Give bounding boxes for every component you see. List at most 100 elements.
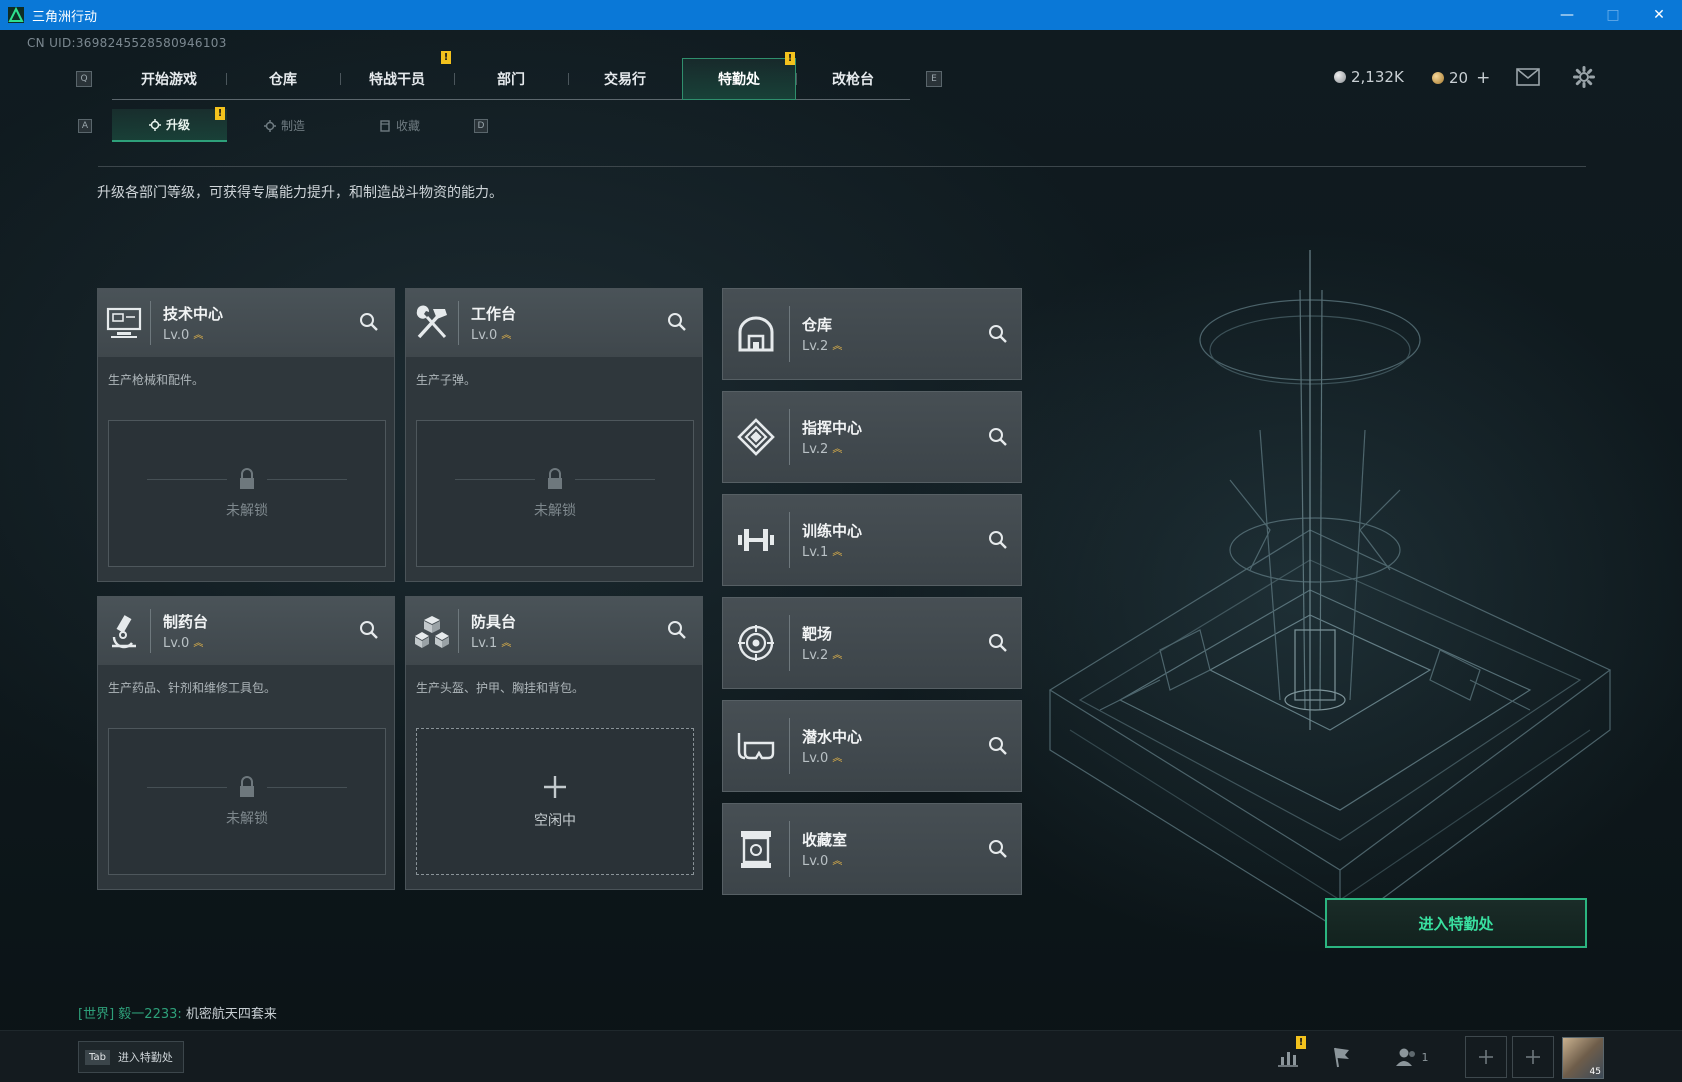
card-separator [789,821,790,877]
stats-icon[interactable]: ! [1272,1036,1306,1073]
upgrade-arrow-icon: ︽ [832,855,842,867]
notification-badge: ! [1296,1036,1306,1049]
warehouse-icon [723,288,789,380]
facility-warehouse[interactable]: 仓库 Lv.2 ︽ [722,288,1022,380]
gold-coin-icon [1432,72,1444,84]
facility-level: Lv.2 ︽ [802,339,842,354]
subtab-craft[interactable]: 制造 [227,109,342,142]
gold-currency[interactable]: 20 + [1432,68,1490,88]
invite-slot-1-button[interactable] [1465,1036,1507,1078]
tab-label: 开始游戏 [141,72,197,88]
base-3d-model-illustration [1048,250,1612,931]
upgrade-arrow-icon: ︽ [832,340,842,352]
silver-currency[interactable]: 2,132K [1334,68,1404,86]
mail-icon[interactable] [1516,68,1540,86]
lock-icon [548,467,562,489]
tab-gunsmith[interactable]: 改枪台 [796,58,910,100]
tab-label: 交易行 [604,72,646,88]
level-text: Lv.0 [163,636,190,651]
plus-icon [1479,1050,1493,1064]
squad-members[interactable]: 1 [1392,1041,1432,1073]
level-text: Lv.1 [802,545,829,560]
level-text: Lv.0 [802,854,829,869]
invite-slot-2-button[interactable] [1512,1036,1554,1078]
facility-name: 训练中心 [802,522,863,540]
facility-level: Lv.1 ︽ [802,545,862,560]
notification-badge: ! [441,51,451,64]
tab-label: 特勤处 [718,72,760,88]
add-gold-button[interactable]: + [1476,68,1490,88]
slot-status: 未解锁 [534,502,576,519]
card-header: 制药台 Lv.0 ︽ [98,597,394,665]
tab-warehouse[interactable]: 仓库 [226,58,340,100]
slot-status: 未解锁 [226,502,268,519]
cubes-icon [406,597,458,665]
player-avatar[interactable]: 45 [1562,1037,1604,1079]
upgrade-arrow-icon: ︽ [832,752,842,764]
facility-collection-room[interactable]: 收藏室 Lv.0 ︽ [722,803,1022,895]
production-card-pharmacy[interactable]: 制药台 Lv.0 ︽ 生产药品、针剂和维修工具包。 未解锁 [97,596,395,890]
tab-shortcut-label: 进入特勤处 [117,1051,173,1064]
close-button[interactable]: ✕ [1636,0,1682,30]
tab-shortcut-hint[interactable]: Tab 进入特勤处 [78,1041,184,1073]
level-text: Lv.1 [471,636,498,651]
flag-icon[interactable] [1326,1041,1358,1073]
page-description: 升级各部门等级，可获得专属能力提升，和制造战斗物资的能力。 [97,185,503,201]
gear-icon[interactable] [1573,66,1595,88]
card-description: 生产子弹。 [416,373,477,387]
slot-status: 未解锁 [226,810,268,827]
tab-start-game[interactable]: 开始游戏 [112,58,226,100]
search-icon[interactable] [987,632,1009,654]
level-text: Lv.2 [802,339,829,354]
subtab-upgrade[interactable]: 升级 ! [112,107,227,142]
facility-training-center[interactable]: 训练中心 Lv.1 ︽ [722,494,1022,586]
search-icon[interactable] [358,619,380,641]
tab-department[interactable]: 部门 [454,58,568,100]
enter-special-ops-button[interactable]: 进入特勤处 [1325,898,1587,948]
tab-label: 仓库 [269,72,297,88]
production-slot-idle[interactable]: 空闲中 [416,728,694,875]
card-separator [789,512,790,568]
production-card-workbench[interactable]: 工作台 Lv.0 ︽ 生产子弹。 未解锁 [405,288,703,582]
facility-shooting-range[interactable]: 靶场 Lv.2 ︽ [722,597,1022,689]
search-icon[interactable] [987,426,1009,448]
notification-badge: ! [215,107,225,120]
production-card-armor[interactable]: 防具台 Lv.1 ︽ 生产头盔、护甲、胸挂和背包。 空闲中 [405,596,703,890]
tab-special-ops[interactable]: 特勤处 ! [682,52,796,100]
search-icon[interactable] [987,529,1009,551]
facility-diving-center[interactable]: 潜水中心 Lv.0 ︽ [722,700,1022,792]
card-level: Lv.1 ︽ [471,636,516,651]
card-level: Lv.0 ︽ [163,636,208,651]
search-icon[interactable] [987,735,1009,757]
card-level: Lv.0 ︽ [471,328,516,343]
maximize-button[interactable]: □ [1590,0,1636,30]
tab-label: 改枪台 [832,72,874,88]
card-name: 技术中心 [163,305,224,323]
facility-level: Lv.2 ︽ [802,648,842,663]
search-icon[interactable] [666,311,688,333]
search-icon[interactable] [987,323,1009,345]
search-icon[interactable] [666,619,688,641]
world-chat-message[interactable]: [世界] 毅一2233: 机密航天四套来 [78,1003,277,1022]
facility-level: Lv.0 ︽ [802,854,847,869]
production-card-tech-center[interactable]: 技术中心 Lv.0 ︽ 生产枪械和配件。 未解锁 [97,288,395,582]
sub-nav: 升级 ! 制造 收藏 [112,107,457,142]
tab-operators[interactable]: 特战干员 ! [340,51,454,100]
facility-command-center[interactable]: 指挥中心 Lv.2 ︽ [722,391,1022,483]
level-text: Lv.0 [163,328,190,343]
minimize-button[interactable]: — [1544,0,1590,30]
tab-market[interactable]: 交易行 [568,58,682,100]
facility-name: 潜水中心 [802,728,863,746]
card-header: 技术中心 Lv.0 ︽ [98,289,394,357]
card-header: 工作台 Lv.0 ︽ [406,289,702,357]
subtab-collect[interactable]: 收藏 [342,109,457,142]
search-icon[interactable] [358,311,380,333]
slot-divider [455,479,535,480]
slot-divider [267,479,347,480]
lock-icon [240,775,254,797]
chat-channel: [世界] [78,1007,115,1022]
card-separator [150,609,151,653]
search-icon[interactable] [987,838,1009,860]
main-nav: 开始游戏 仓库 特战干员 ! 部门 交易行 特勤处 ! 改枪台 [112,51,910,100]
card-header: 防具台 Lv.1 ︽ [406,597,702,665]
